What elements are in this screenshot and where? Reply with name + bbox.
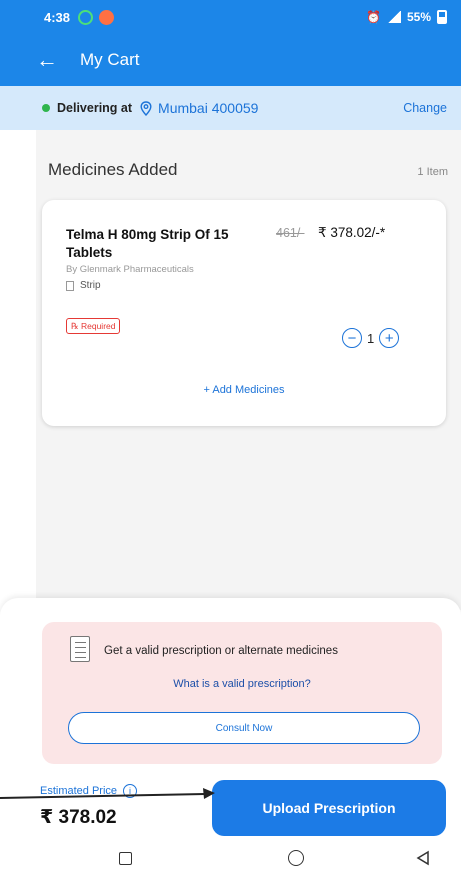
product-manufacturer: By Glenmark Pharmaceuticals: [66, 264, 194, 275]
back-triangle-icon[interactable]: [415, 850, 431, 866]
cart-content: Medicines Added 1 Item Telma H 80mg Stri…: [36, 130, 461, 610]
delivery-city: Mumbai 400059: [158, 100, 259, 116]
battery-icon: [437, 10, 447, 24]
status-dot: [42, 104, 50, 112]
product-name[interactable]: Telma H 80mg Strip Of 15 Tablets: [66, 226, 266, 262]
minus-icon[interactable]: −: [342, 328, 362, 348]
prescription-doc-icon: [70, 636, 90, 662]
delivery-label: Delivering at: [57, 101, 133, 115]
estimated-price-label: Estimated Price i: [40, 784, 138, 798]
change-address-link[interactable]: Change: [403, 101, 447, 115]
info-icon[interactable]: i: [123, 784, 138, 798]
product-price: ₹ 378.02/-*: [318, 225, 386, 240]
status-right: ⏰ 55%: [366, 10, 447, 24]
pack-label: Strip: [80, 280, 101, 291]
consult-now-button[interactable]: Consult Now: [68, 712, 420, 744]
bottom-sheet: Get a valid prescription or alternate me…: [0, 598, 461, 838]
recents-icon[interactable]: [119, 852, 132, 865]
valid-prescription-link[interactable]: What is a valid prescription?: [42, 678, 442, 690]
status-time: 4:38: [44, 9, 71, 25]
pack-type: Strip: [66, 280, 101, 291]
signal-icon: [386, 11, 401, 23]
prescription-text: Get a valid prescription or alternate me…: [104, 645, 338, 657]
add-medicines-link[interactable]: + Add Medicines: [42, 384, 446, 396]
prescription-panel: Get a valid prescription or alternate me…: [42, 622, 442, 764]
back-arrow-icon[interactable]: ←: [36, 49, 58, 71]
quantity-value: 1: [367, 330, 375, 346]
home-icon[interactable]: [288, 850, 304, 866]
section-title: Medicines Added: [48, 160, 178, 179]
location-pin-icon: [140, 100, 152, 116]
estimated-price: ₹ 378.02: [40, 807, 117, 828]
estimated-price-text: Estimated Price: [40, 785, 118, 797]
alarm-icon: ⏰: [366, 10, 381, 24]
strip-icon: [66, 280, 74, 291]
app-bar: ← My Cart: [0, 34, 461, 86]
cart-item-card: Telma H 80mg Strip Of 15 Tablets 461/- ₹…: [42, 200, 446, 426]
upload-prescription-button[interactable]: Upload Prescription: [212, 780, 446, 836]
quantity-stepper: − 1 +: [342, 328, 400, 348]
notification-icon: [99, 9, 115, 25]
battery-level: 55%: [406, 10, 431, 24]
section-header: Medicines Added 1 Item: [48, 160, 448, 180]
page-title: My Cart: [80, 50, 140, 69]
rx-required-badge: ℞ Required: [66, 318, 121, 334]
status-bar: 4:38 ⏰ 55%: [0, 0, 461, 34]
whatsapp-icon: [78, 9, 94, 25]
system-nav-bar: [0, 838, 461, 880]
item-count: 1 Item: [417, 166, 448, 178]
product-mrp: 461/-: [276, 226, 305, 240]
delivery-bar: Delivering at Mumbai 400059 Change: [0, 86, 461, 130]
plus-icon[interactable]: +: [379, 328, 400, 348]
